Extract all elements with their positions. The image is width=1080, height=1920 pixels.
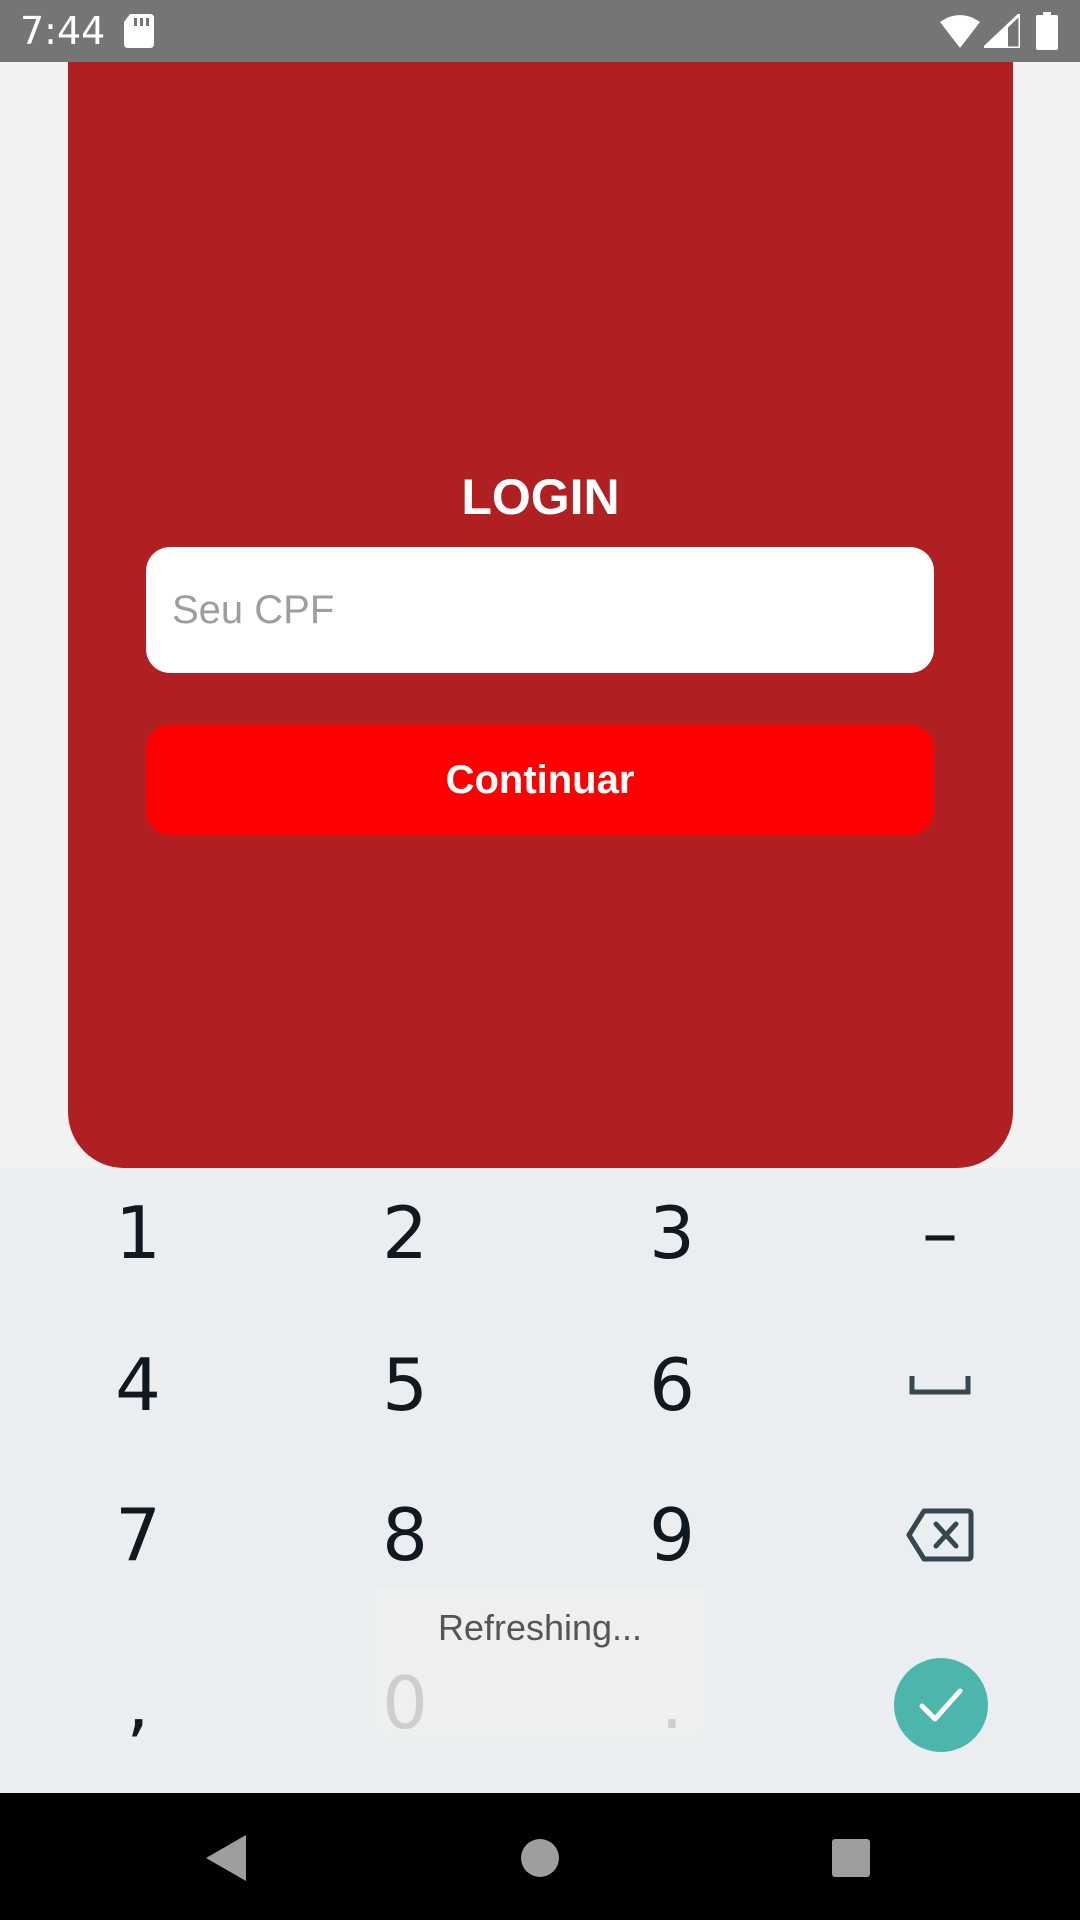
refresh-text: Refreshing... <box>437 1607 643 1648</box>
key-7[interactable]: 7 <box>38 1470 238 1600</box>
key-5[interactable]: 5 <box>305 1320 505 1450</box>
key-space[interactable] <box>840 1320 1040 1450</box>
sd-card-icon <box>124 14 154 48</box>
recents-button[interactable] <box>816 1823 886 1893</box>
key-6[interactable]: 6 <box>572 1320 772 1450</box>
key-2[interactable]: 2 <box>305 1168 505 1298</box>
login-title: LOGIN <box>461 469 620 525</box>
recents-square-icon <box>832 1839 870 1877</box>
wifi-icon <box>940 15 980 48</box>
navigation-bar <box>0 1793 1080 1920</box>
status-time: 7:44 <box>20 9 106 53</box>
key-comma[interactable]: , <box>38 1638 238 1768</box>
home-circle-icon <box>521 1839 559 1877</box>
key-3[interactable]: 3 <box>572 1168 772 1298</box>
battery-icon <box>1036 12 1058 50</box>
status-bar: 7:44 <box>0 0 1080 62</box>
key-backspace[interactable] <box>840 1470 1040 1600</box>
key-4[interactable]: 4 <box>38 1320 238 1450</box>
key-8[interactable]: 8 <box>305 1470 505 1600</box>
back-triangle-icon <box>206 1835 246 1881</box>
backspace-icon <box>906 1508 974 1562</box>
home-button[interactable] <box>505 1823 575 1893</box>
done-key[interactable] <box>894 1658 988 1752</box>
signal-icon <box>984 14 1020 48</box>
back-button[interactable] <box>190 1823 260 1893</box>
key-dash[interactable]: – <box>840 1168 1040 1298</box>
refresh-toast: Refreshing... <box>375 1587 705 1737</box>
check-icon <box>919 1688 963 1722</box>
cpf-input[interactable] <box>146 547 934 673</box>
login-card: LOGIN Continuar <box>68 62 1013 1168</box>
space-bar-icon <box>909 1376 971 1395</box>
continue-button[interactable]: Continuar <box>146 725 934 835</box>
key-1[interactable]: 1 <box>38 1168 238 1298</box>
key-9[interactable]: 9 <box>572 1470 772 1600</box>
